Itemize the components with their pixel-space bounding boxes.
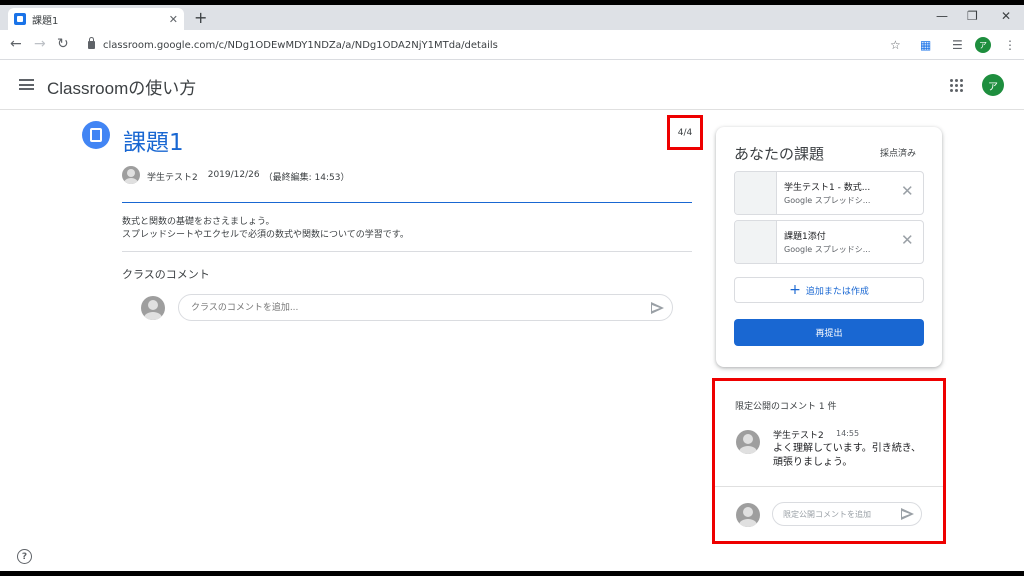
description-line: 数式と関数の基礎をおさえましょう。 (122, 217, 275, 227)
new-tab-button[interactable]: + (194, 10, 207, 26)
your-work-card: あなたの課題 採点済み 学生テスト1 - 数式... Google スプレッドシ… (716, 127, 942, 367)
description-line: スプレッドシートやエクセルで必須の数式や関数についての学習です。 (122, 230, 409, 240)
assignment-description: 数式と関数の基礎をおさえましょう。 スプレッドシートやエクセルで必須の数式や関数… (122, 216, 409, 242)
account-avatar[interactable]: ア (982, 74, 1004, 96)
author-avatar (122, 166, 140, 184)
private-comments-card: 限定公開のコメント 1 件 学生テスト2 14:55 よく理解しています。引き続… (712, 378, 946, 544)
assignment-meta: 学生テスト2 2019/12/26 （最終編集: 14:53） (147, 170, 349, 183)
attachment-type: Google スプレッドシ... (784, 196, 871, 205)
private-comment-text: よく理解しています。引き続き、頑張りましょう。 (773, 443, 921, 468)
translate-icon[interactable]: ▦ (920, 38, 931, 52)
post-date: 2019/12/26 (207, 170, 260, 180)
add-or-create-button[interactable]: + 追加または作成 (734, 277, 924, 303)
main-menu-icon[interactable] (19, 79, 34, 90)
help-icon[interactable]: ? (17, 549, 32, 564)
author-name: 学生テスト2 (147, 173, 198, 183)
assignment-icon (82, 121, 110, 149)
remove-attachment-icon[interactable]: ✕ (901, 233, 914, 248)
private-comment-time: 14:55 (836, 429, 860, 438)
minimize-icon[interactable]: — (936, 9, 948, 23)
google-apps-icon[interactable] (950, 79, 963, 92)
attachment-thumbnail (735, 172, 777, 214)
add-or-create-label: 追加または作成 (805, 286, 869, 297)
attachment-item[interactable]: 課題1添付 Google スプレッドシ... ✕ (734, 220, 924, 264)
remove-attachment-icon[interactable]: ✕ (901, 184, 914, 199)
my-avatar (736, 503, 760, 527)
plus-icon: + (789, 282, 801, 298)
private-comments-divider (715, 486, 943, 487)
grade-status: 採点済み (880, 149, 917, 159)
tab-title: 課題1 (32, 15, 59, 27)
address-bar[interactable]: classroom.google.com/c/NDg1ODEwMDY1NDZa/… (82, 34, 912, 56)
attachment-type: Google スプレッドシ... (784, 245, 871, 254)
classroom-header: Classroomの使い方 ア (0, 60, 1024, 110)
attachment-thumbnail (735, 221, 777, 263)
class-comments-heading: クラスのコメント (122, 268, 210, 281)
your-work-title: あなたの課題 (734, 145, 825, 163)
bookmark-star-icon[interactable]: ☆ (890, 38, 901, 52)
send-private-icon[interactable] (901, 508, 914, 520)
tab-close-icon[interactable]: ✕ (169, 13, 178, 26)
class-comment-input[interactable] (178, 294, 673, 321)
class-name[interactable]: Classroomの使い方 (47, 74, 196, 99)
browser-tab-strip: 課題1 ✕ + — ❐ ✕ (0, 5, 1024, 30)
assignment-title: 課題1 (123, 130, 184, 156)
private-comment-input[interactable]: 限定公開コメントを追加 (772, 502, 922, 526)
resubmit-button[interactable]: 再提出 (734, 319, 924, 346)
browser-toolbar: ← → ↻ classroom.google.com/c/NDg1ODEwMDY… (0, 30, 1024, 60)
edit-time: （最終編集: 14:53） (263, 173, 350, 183)
screen: 課題1 ✕ + — ❐ ✕ ← → ↻ classroom.google.com… (0, 5, 1024, 571)
extension-icon[interactable]: ☰ (952, 38, 963, 52)
attachment-name: 学生テスト1 - 数式... (784, 183, 871, 193)
private-comments-title: 限定公開のコメント 1 件 (735, 402, 837, 412)
forward-icon[interactable]: → (34, 36, 46, 52)
browser-menu-icon[interactable]: ⋮ (1004, 38, 1016, 52)
window-close-icon[interactable]: ✕ (1001, 9, 1011, 23)
title-divider (122, 202, 692, 203)
classroom-favicon-icon (14, 13, 26, 25)
commenter-avatar (141, 296, 165, 320)
browser-profile-avatar[interactable]: ア (975, 37, 991, 53)
description-divider (122, 251, 692, 252)
browser-tab[interactable]: 課題1 ✕ (8, 8, 184, 30)
private-comment-author: 学生テスト2 (773, 431, 824, 441)
attachment-name: 課題1添付 (784, 232, 826, 242)
restore-icon[interactable]: ❐ (967, 9, 978, 23)
teacher-avatar (736, 430, 760, 454)
reload-icon[interactable]: ↻ (57, 36, 69, 52)
lock-icon (88, 37, 95, 49)
page-count-badge: 4/4 (667, 115, 703, 150)
send-icon[interactable] (651, 302, 664, 314)
attachment-item[interactable]: 学生テスト1 - 数式... Google スプレッドシ... ✕ (734, 171, 924, 215)
url-text: classroom.google.com/c/NDg1ODEwMDY1NDZa/… (103, 39, 498, 51)
back-icon[interactable]: ← (10, 36, 22, 52)
